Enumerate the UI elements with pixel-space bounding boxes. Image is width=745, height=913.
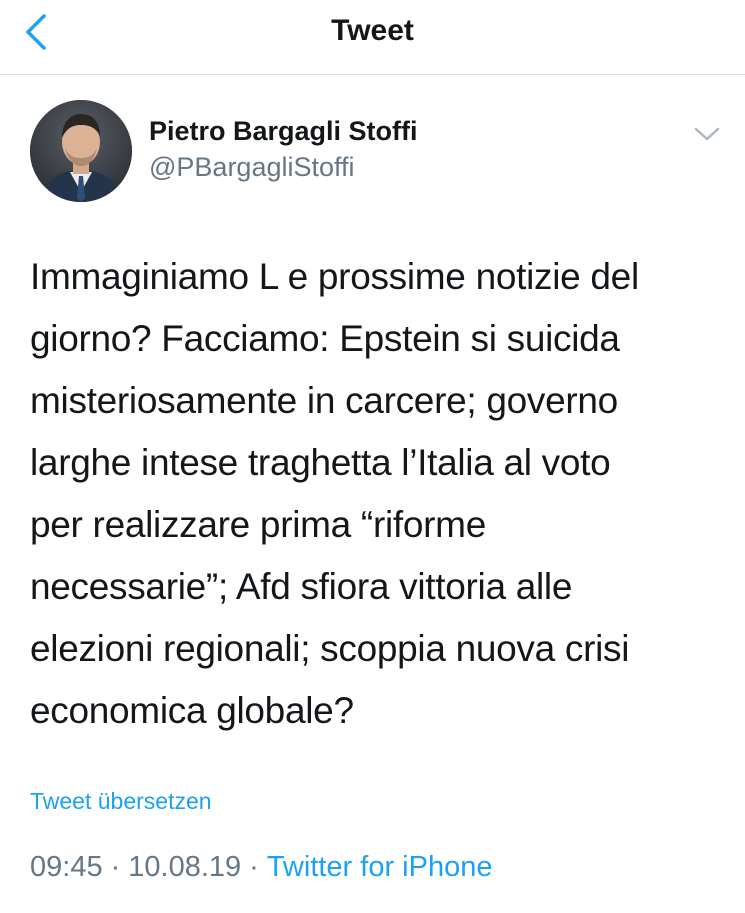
tweet-author: Pietro Bargagli Stoffi @PBargagliStoffi xyxy=(30,100,720,205)
chevron-down-icon xyxy=(694,127,720,141)
tweet-text-line: Immaginiamo L e prossime notizie del xyxy=(30,256,639,297)
avatar[interactable] xyxy=(30,100,132,202)
author-handle[interactable]: @PBargagliStoffi xyxy=(149,152,355,183)
tweet-text-line: economica globale? xyxy=(30,690,354,731)
tweet-text-line: per realizzare prima “riforme xyxy=(30,504,486,545)
separator-dot: · xyxy=(249,851,259,883)
tweet-text-line: elezioni regionali; scoppia nuova crisi xyxy=(30,628,630,669)
page-title: Tweet xyxy=(331,14,414,47)
tweet-options-button[interactable] xyxy=(690,120,724,148)
tweet-date: 10.08.19 xyxy=(128,851,242,883)
tweet-text: Immaginiamo L e prossime notizie del gio… xyxy=(30,246,720,742)
tweet-text-line: misteriosamente in carcere; governo xyxy=(30,380,618,421)
navigation-bar: Tweet xyxy=(0,0,745,75)
tweet-text-line: giorno? Facciamo: Epstein si suicida xyxy=(30,318,620,359)
avatar-photo xyxy=(30,100,132,202)
separator-dot: · xyxy=(110,851,121,883)
tweet-time: 09:45 xyxy=(30,851,103,883)
author-display-name[interactable]: Pietro Bargagli Stoffi xyxy=(149,116,418,147)
tweet-text-line: larghe intese traghetta l’Italia al voto xyxy=(30,442,611,483)
translate-tweet-link[interactable]: Tweet übersetzen xyxy=(30,788,212,815)
tweet-source-link[interactable]: Twitter for iPhone xyxy=(267,851,493,883)
tweet-text-line: necessarie”; Afd sfiora vittoria alle xyxy=(30,566,573,607)
tweet-metadata: 09:45 · 10.08.19 · Twitter for iPhone xyxy=(30,851,492,884)
